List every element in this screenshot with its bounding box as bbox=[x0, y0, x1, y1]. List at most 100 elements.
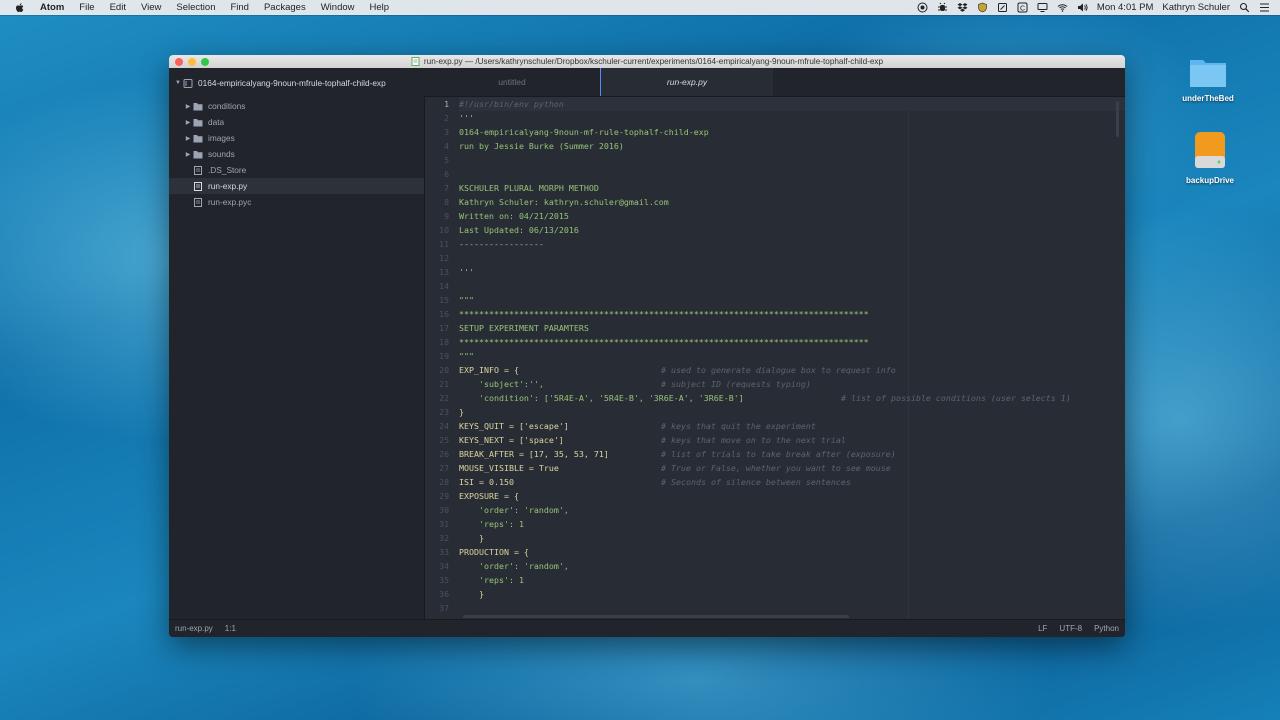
tree-item-run-exp-pyc[interactable]: run-exp.pyc bbox=[169, 194, 424, 210]
line-number: 31 bbox=[439, 519, 449, 529]
code-line[interactable]: Last Updated: 06/13/2016 bbox=[459, 223, 1125, 237]
chevron-right-icon[interactable]: ▶ bbox=[183, 119, 193, 126]
clock[interactable]: Mon 4:01 PM bbox=[1097, 2, 1154, 13]
code-line[interactable]: } bbox=[459, 531, 1125, 545]
code-line[interactable]: ISI = 0.150 # Seconds of silence between … bbox=[459, 475, 1125, 489]
menu-window[interactable]: Window bbox=[321, 2, 355, 13]
notification-center-icon[interactable] bbox=[1259, 2, 1270, 13]
status-line-ending[interactable]: LF bbox=[1038, 624, 1047, 633]
code-comment: # keys that move on to the next trial bbox=[661, 435, 846, 445]
code-line[interactable] bbox=[459, 279, 1125, 293]
code-line[interactable]: } bbox=[459, 587, 1125, 601]
code-line[interactable]: KEYS_QUIT = ['escape'] # keys that quit t… bbox=[459, 419, 1125, 433]
tab-run-exp-py[interactable]: run-exp.py bbox=[600, 68, 773, 96]
menu-selection[interactable]: Selection bbox=[176, 2, 215, 13]
editor-pane[interactable]: 1 2 3 4 5 6 7 8 9 10 11 12 13 14 15 16 1… bbox=[425, 97, 1125, 620]
code-line[interactable]: EXP_INFO = {# used to generate dialogue … bbox=[459, 363, 1125, 377]
tree-item-data[interactable]: ▶ data bbox=[169, 114, 424, 130]
code-line[interactable]: KEYS_NEXT = ['space'] # keys that move on… bbox=[459, 433, 1125, 447]
tab-bar: untitled run-exp.py bbox=[424, 68, 1125, 97]
tab-untitled[interactable]: untitled bbox=[424, 68, 600, 96]
status-encoding[interactable]: UTF-8 bbox=[1059, 624, 1082, 633]
line-number: 17 bbox=[439, 323, 449, 333]
status-grammar[interactable]: Python bbox=[1094, 624, 1119, 633]
tree-item-run-exp-py[interactable]: run-exp.py bbox=[169, 178, 424, 194]
shield-icon[interactable] bbox=[977, 2, 988, 13]
line-number: 21 bbox=[439, 379, 449, 389]
code-line[interactable]: """ bbox=[459, 349, 1125, 363]
status-file-name[interactable]: run-exp.py bbox=[175, 624, 213, 633]
code-line[interactable]: 'order': 'random', bbox=[459, 559, 1125, 573]
code-line[interactable]: ****************************************… bbox=[459, 307, 1125, 321]
code-line[interactable]: Kathryn Schuler: kathryn.schuler@gmail.c… bbox=[459, 195, 1125, 209]
code-line[interactable]: ''' bbox=[459, 265, 1125, 279]
line-number: 25 bbox=[439, 435, 449, 445]
tree-root[interactable]: ▼ 0164-empiricalyang-9noun-mfrule-tophal… bbox=[169, 68, 424, 98]
desktop-icon-label: backupDrive bbox=[1185, 176, 1235, 185]
code-line[interactable]: PRODUCTION = { bbox=[459, 545, 1125, 559]
code-comment: # keys that quit the experiment bbox=[661, 421, 816, 431]
spotlight-search-icon[interactable] bbox=[1239, 2, 1250, 13]
code-line[interactable] bbox=[459, 601, 1125, 615]
code-comment: # Seconds of silence between sentences bbox=[661, 477, 851, 487]
horizontal-scrollbar[interactable] bbox=[463, 615, 849, 618]
code-lines[interactable]: #!/usr/bin/env python ''' 0164-empirical… bbox=[459, 97, 1125, 620]
dropbox-icon[interactable] bbox=[957, 2, 968, 13]
title-bar[interactable]: run-exp.py — /Users/kathrynschuler/Dropb… bbox=[169, 55, 1125, 68]
code-line[interactable]: ****************************************… bbox=[459, 335, 1125, 349]
menu-help[interactable]: Help bbox=[370, 2, 390, 13]
code-line[interactable]: 0164-empiricalyang-9noun-mf-rule-tophalf… bbox=[459, 125, 1125, 139]
code-line[interactable]: run by Jessie Burke (Summer 2016) bbox=[459, 139, 1125, 153]
chevron-down-icon[interactable]: ▼ bbox=[173, 80, 183, 86]
code-line[interactable]: """ bbox=[459, 293, 1125, 307]
code-line[interactable]: ''' bbox=[459, 111, 1125, 125]
tree-item-conditions[interactable]: ▶ conditions bbox=[169, 98, 424, 114]
bug-icon[interactable] bbox=[937, 2, 948, 13]
code-line[interactable] bbox=[459, 153, 1125, 167]
menu-edit[interactable]: Edit bbox=[110, 2, 126, 13]
code-line[interactable]: SETUP EXPERIMENT PARAMTERS bbox=[459, 321, 1125, 335]
menu-file[interactable]: File bbox=[79, 2, 94, 13]
c-app-icon[interactable]: C bbox=[1017, 2, 1028, 13]
status-cursor-position[interactable]: 1:1 bbox=[225, 624, 236, 633]
code-line[interactable] bbox=[459, 167, 1125, 181]
tree-item-sounds[interactable]: ▶ sounds bbox=[169, 146, 424, 162]
code-line[interactable]: #!/usr/bin/env python bbox=[459, 97, 1125, 111]
apple-icon[interactable] bbox=[14, 2, 26, 14]
code-line[interactable] bbox=[459, 251, 1125, 265]
code-line[interactable]: KSCHULER PLURAL MORPH METHOD bbox=[459, 181, 1125, 195]
code-line[interactable]: BREAK_AFTER = [17, 35, 53, 71] # list of … bbox=[459, 447, 1125, 461]
code-line[interactable]: Written on: 04/21/2015 bbox=[459, 209, 1125, 223]
code-line[interactable]: } bbox=[459, 405, 1125, 419]
line-number: 9 bbox=[444, 211, 449, 221]
vertical-scrollbar[interactable] bbox=[1116, 101, 1119, 137]
volume-icon[interactable] bbox=[1077, 2, 1088, 13]
record-icon[interactable] bbox=[917, 2, 928, 13]
tree-item-images[interactable]: ▶ images bbox=[169, 130, 424, 146]
desktop-icon-backupdrive[interactable]: backupDrive bbox=[1170, 130, 1250, 185]
wifi-icon[interactable] bbox=[1057, 2, 1068, 13]
tree-item-ds-store[interactable]: .DS_Store bbox=[169, 162, 424, 178]
line-number-gutter[interactable]: 1 2 3 4 5 6 7 8 9 10 11 12 13 14 15 16 1… bbox=[425, 97, 449, 620]
line-number: 1 bbox=[444, 99, 449, 109]
chevron-right-icon[interactable]: ▶ bbox=[183, 151, 193, 158]
code-line[interactable]: 'reps': 1 bbox=[459, 517, 1125, 531]
menu-packages[interactable]: Packages bbox=[264, 2, 306, 13]
code-line[interactable]: 'subject':'', # subject ID (requests typi… bbox=[459, 377, 1125, 391]
chevron-right-icon[interactable]: ▶ bbox=[183, 135, 193, 142]
code-line[interactable]: MOUSE_VISIBLE = True # True or False, whe… bbox=[459, 461, 1125, 475]
chevron-right-icon[interactable]: ▶ bbox=[183, 103, 193, 110]
code-line[interactable]: EXPOSURE = { bbox=[459, 489, 1125, 503]
menu-find[interactable]: Find bbox=[230, 2, 248, 13]
code-line[interactable]: 'condition': ['5R4E-A', '5R4E-B', '3R6E-… bbox=[459, 391, 1125, 405]
tag-icon[interactable] bbox=[997, 2, 1008, 13]
line-number: 11 bbox=[439, 239, 449, 249]
desktop-icon-underthebed[interactable]: underTheBed bbox=[1168, 54, 1248, 103]
display-icon[interactable] bbox=[1037, 2, 1048, 13]
user-name[interactable]: Kathryn Schuler bbox=[1162, 2, 1230, 13]
code-line[interactable]: 'reps': 1 bbox=[459, 573, 1125, 587]
code-line[interactable]: 'order': 'random', bbox=[459, 503, 1125, 517]
code-line[interactable]: ----------------- bbox=[459, 237, 1125, 251]
menu-view[interactable]: View bbox=[141, 2, 161, 13]
menu-app-name[interactable]: Atom bbox=[40, 2, 64, 13]
